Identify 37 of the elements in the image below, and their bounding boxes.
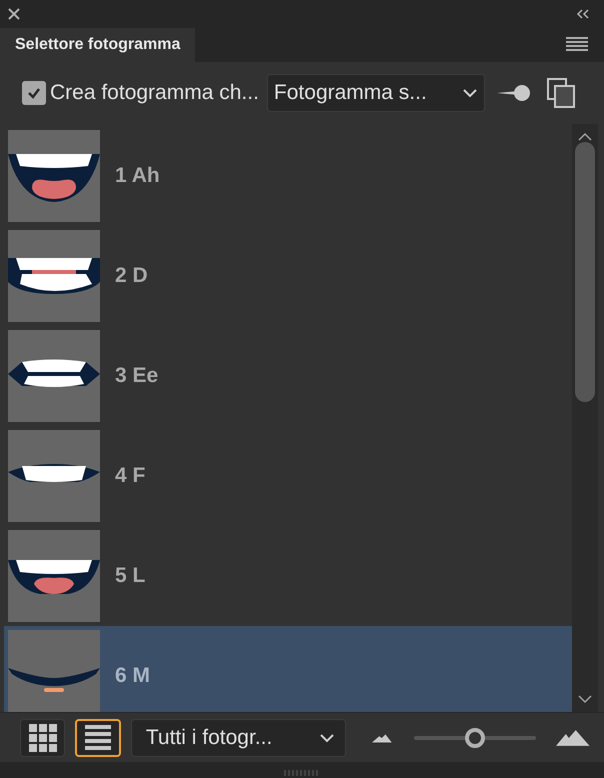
- frame-label: 5 L: [115, 563, 146, 590]
- menu-icon[interactable]: [566, 37, 588, 53]
- small-mountain-icon: [372, 732, 392, 742]
- checkbox[interactable]: [22, 81, 46, 105]
- scrollbar-thumb[interactable]: [575, 142, 595, 402]
- panel-tab[interactable]: Selettore fotogramma: [0, 28, 196, 62]
- frame-row[interactable]: 1 Ah: [4, 130, 572, 222]
- checkbox-label[interactable]: Crea fotogramma ch...: [50, 77, 259, 109]
- scroll-up-icon[interactable]: [577, 132, 593, 142]
- scrollbar[interactable]: [572, 124, 598, 712]
- frame-row[interactable]: 2 D: [4, 230, 572, 322]
- large-mountain-icon: [556, 730, 590, 746]
- frame-row[interactable]: 5 L: [4, 530, 572, 622]
- chevron-down-icon: [462, 88, 478, 98]
- grid-view-button[interactable]: [20, 718, 66, 756]
- frame-label: 3 Ee: [115, 363, 158, 390]
- frame-label: 1 Ah: [115, 163, 160, 190]
- frame-row[interactable]: 3 Ee: [4, 330, 572, 422]
- grid-icon: [28, 724, 57, 752]
- collapse-icon[interactable]: [576, 9, 590, 19]
- resize-grip-icon[interactable]: [284, 770, 320, 776]
- frame-row[interactable]: 6 M: [4, 626, 572, 712]
- chevron-down-icon: [319, 732, 336, 742]
- frame-label: 4 F: [115, 463, 146, 490]
- duplicate-icon[interactable]: [546, 78, 575, 108]
- close-icon[interactable]: [8, 8, 20, 20]
- list-view-button[interactable]: [75, 718, 121, 756]
- frame-dropdown[interactable]: Fotogramma s...: [266, 74, 485, 112]
- filter-dropdown[interactable]: Tutti i fotogr...: [130, 718, 346, 756]
- size-slider[interactable]: [414, 728, 536, 748]
- slider-thumb[interactable]: [465, 728, 486, 748]
- frame-label: 6 M: [115, 663, 150, 690]
- frame-row[interactable]: 4 F: [4, 430, 572, 522]
- scroll-down-icon[interactable]: [577, 694, 593, 704]
- list-icon: [85, 724, 112, 752]
- pin-icon[interactable]: [496, 84, 531, 102]
- frame-label: 2 D: [115, 263, 148, 290]
